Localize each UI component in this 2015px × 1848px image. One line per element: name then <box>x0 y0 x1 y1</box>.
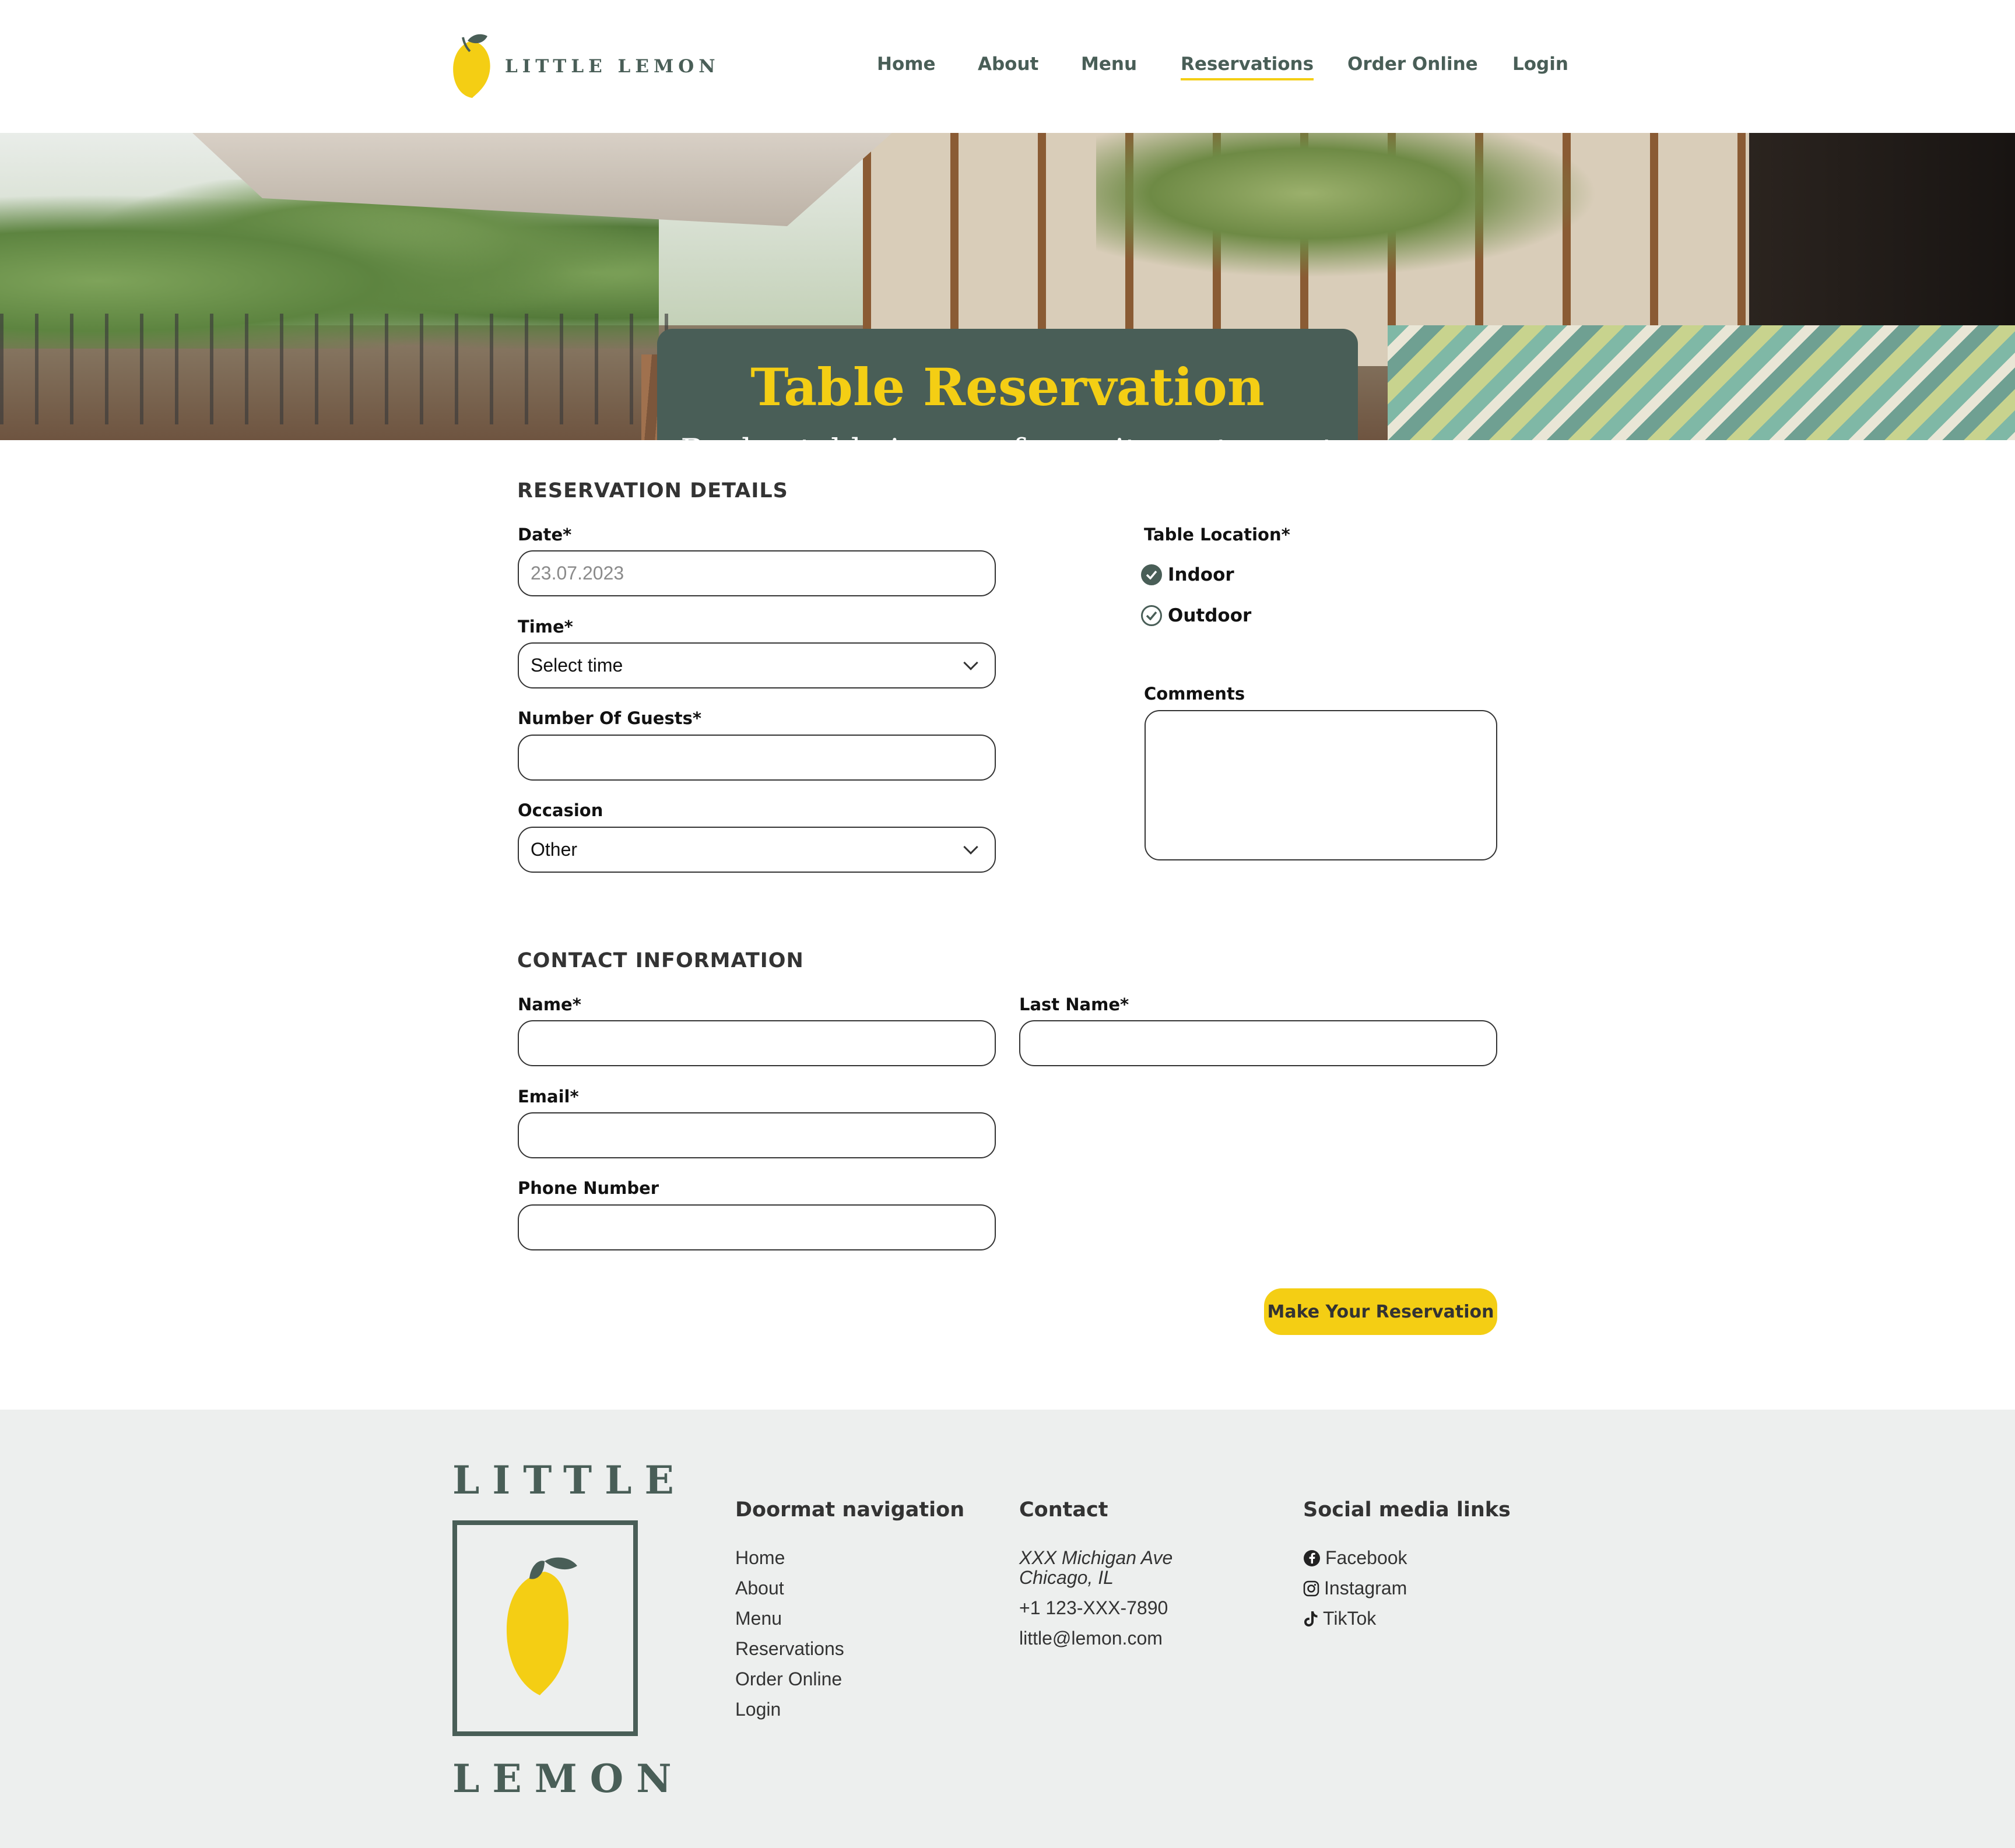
guests-label: Number Of Guests* <box>518 708 701 728</box>
footer-link-reservations[interactable]: Reservations <box>735 1638 844 1660</box>
name-label: Name* <box>518 995 581 1014</box>
nav-order-online[interactable]: Order Online <box>1347 54 1478 75</box>
hero-bg-cushions <box>1388 325 2015 440</box>
social-facebook[interactable]: Facebook <box>1303 1547 1407 1569</box>
nav-reservations[interactable]: Reservations <box>1181 54 1314 80</box>
lemon-logo-icon <box>506 1557 577 1695</box>
chevron-down-icon <box>963 655 978 670</box>
hero-bg-railing <box>0 314 700 424</box>
phone-label: Phone Number <box>518 1178 659 1198</box>
check-circle-icon <box>1141 605 1162 626</box>
time-select[interactable]: Select time <box>518 642 996 688</box>
social-instagram-label: Instagram <box>1324 1578 1407 1598</box>
site-header: LITTLE LEMON Home About Menu Reservation… <box>0 0 2015 133</box>
phone-input[interactable] <box>518 1204 996 1250</box>
nav-login[interactable]: Login <box>1512 54 1568 75</box>
last-name-input[interactable] <box>1019 1020 1497 1066</box>
chevron-down-icon <box>963 839 978 855</box>
reservation-details-heading: RESERVATION DETAILS <box>517 479 788 503</box>
footer-link-about[interactable]: About <box>735 1578 784 1599</box>
comments-textarea[interactable] <box>1145 710 1497 860</box>
footer-link-home[interactable]: Home <box>735 1547 785 1569</box>
radio-outdoor-label: Outdoor <box>1168 605 1252 626</box>
page-subtitle: Book a table in your favourite restauran… <box>657 432 1358 440</box>
last-name-label: Last Name* <box>1019 995 1129 1014</box>
guests-input[interactable] <box>518 735 996 781</box>
footer-logo-bottom: LEMON <box>452 1756 684 1801</box>
table-location-label: Table Location* <box>1144 525 1290 544</box>
occasion-selected-value: Other <box>531 839 578 860</box>
date-value: 23.07.2023 <box>531 563 624 584</box>
site-footer: LITTLE LEMON Doormat navigation Home Abo… <box>0 1410 2015 1848</box>
nav-home[interactable]: Home <box>877 54 936 75</box>
make-reservation-button[interactable]: Make Your Reservation <box>1264 1288 1497 1335</box>
lemon-logo-icon <box>453 34 490 98</box>
nav-about[interactable]: About <box>978 54 1038 75</box>
email-label: Email* <box>518 1087 579 1106</box>
contact-email[interactable]: little@lemon.com <box>1019 1628 1163 1649</box>
social-links-title: Social media links <box>1303 1498 1511 1522</box>
social-facebook-label: Facebook <box>1325 1547 1407 1568</box>
hero-banner: Table Reservation Book a table in your f… <box>0 133 2015 440</box>
social-tiktok-label: TikTok <box>1323 1608 1377 1629</box>
radio-indoor[interactable]: Indoor <box>1141 564 1234 585</box>
footer-link-login[interactable]: Login <box>735 1699 781 1720</box>
email-input[interactable] <box>518 1112 996 1158</box>
social-tiktok[interactable]: TikTok <box>1303 1608 1376 1629</box>
time-selected-value: Select time <box>531 655 623 676</box>
brand-logo[interactable]: LITTLE LEMON <box>451 33 720 100</box>
instagram-icon <box>1303 1580 1319 1596</box>
time-label: Time* <box>518 617 573 637</box>
footer-link-order-online[interactable]: Order Online <box>735 1668 842 1690</box>
tiktok-icon <box>1304 1611 1318 1626</box>
date-input[interactable]: 23.07.2023 <box>518 550 996 596</box>
footer-link-menu[interactable]: Menu <box>735 1608 782 1629</box>
hero-bg-trees <box>1096 133 1621 284</box>
hero-title-card: Table Reservation Book a table in your f… <box>657 329 1358 440</box>
contact-title: Contact <box>1019 1498 1108 1522</box>
address-line-1: XXX Michigan Ave <box>1019 1547 1173 1568</box>
radio-indoor-label: Indoor <box>1168 564 1234 585</box>
contact-phone[interactable]: +1 123-XXX-7890 <box>1019 1597 1168 1619</box>
footer-logo-frame <box>452 1520 638 1736</box>
contact-information-heading: CONTACT INFORMATION <box>517 949 804 972</box>
check-circle-icon <box>1141 564 1162 585</box>
date-label: Date* <box>518 525 572 544</box>
brand-name: LITTLE LEMON <box>505 55 720 77</box>
doormat-nav-title: Doormat navigation <box>735 1498 965 1522</box>
occasion-label: Occasion <box>518 800 603 820</box>
occasion-select[interactable]: Other <box>518 827 996 873</box>
facebook-icon <box>1304 1550 1320 1566</box>
comments-label: Comments <box>1144 684 1245 704</box>
social-instagram[interactable]: Instagram <box>1303 1578 1407 1599</box>
footer-logo-top: LITTLE <box>452 1457 687 1503</box>
nav-menu[interactable]: Menu <box>1081 54 1137 75</box>
name-input[interactable] <box>518 1020 996 1066</box>
address-line-2: Chicago, IL <box>1019 1567 1114 1588</box>
radio-outdoor[interactable]: Outdoor <box>1141 605 1251 626</box>
page-title: Table Reservation <box>750 357 1265 417</box>
